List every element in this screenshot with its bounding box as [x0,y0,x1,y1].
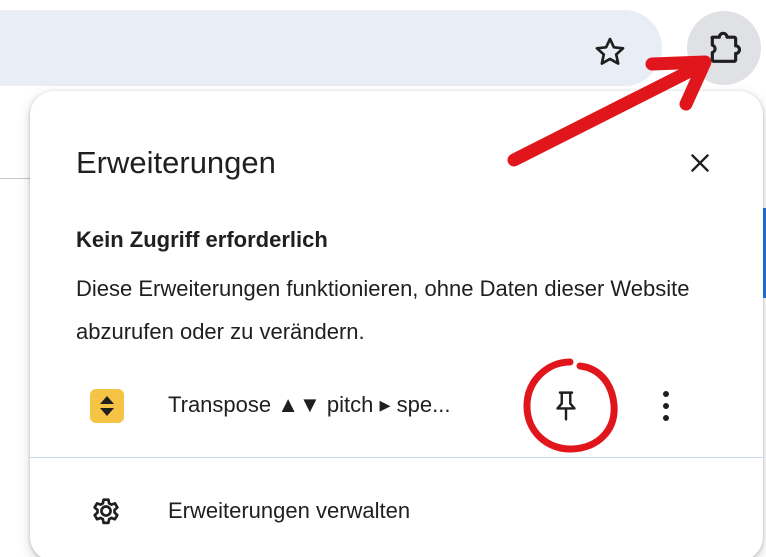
manage-extensions-button[interactable]: Erweiterungen verwalten [30,483,763,539]
gear-icon [88,493,124,529]
bookmark-star-button[interactable] [586,28,634,76]
popup-divider [30,457,763,458]
popup-title: Erweiterungen [76,145,276,180]
extension-menu-button[interactable] [643,383,689,429]
screenshot-stage: Erweiterungen Kein Zugriff erforderlich … [0,0,766,557]
star-outline-icon [595,37,625,65]
extension-row[interactable]: Transpose ▲▼ pitch ▸ spe... [30,377,763,437]
pin-button[interactable] [543,383,589,429]
more-vert-icon [663,391,669,421]
extensions-toolbar-button[interactable] [687,11,761,85]
puzzle-piece-icon [710,31,742,63]
close-icon [691,154,709,172]
manage-extensions-label: Erweiterungen verwalten [168,498,411,523]
extensions-popup: Erweiterungen Kein Zugriff erforderlich … [30,91,763,557]
address-bar[interactable] [0,10,662,86]
transpose-extension-icon [90,389,124,423]
close-button[interactable] [678,141,722,185]
pin-icon [556,391,576,421]
extension-name[interactable]: Transpose ▲▼ pitch ▸ spe... [168,392,450,418]
section-description: Diese Erweiterungen funktionieren, ohne … [76,276,690,344]
section-heading: Kein Zugriff erforderlich [76,227,328,252]
